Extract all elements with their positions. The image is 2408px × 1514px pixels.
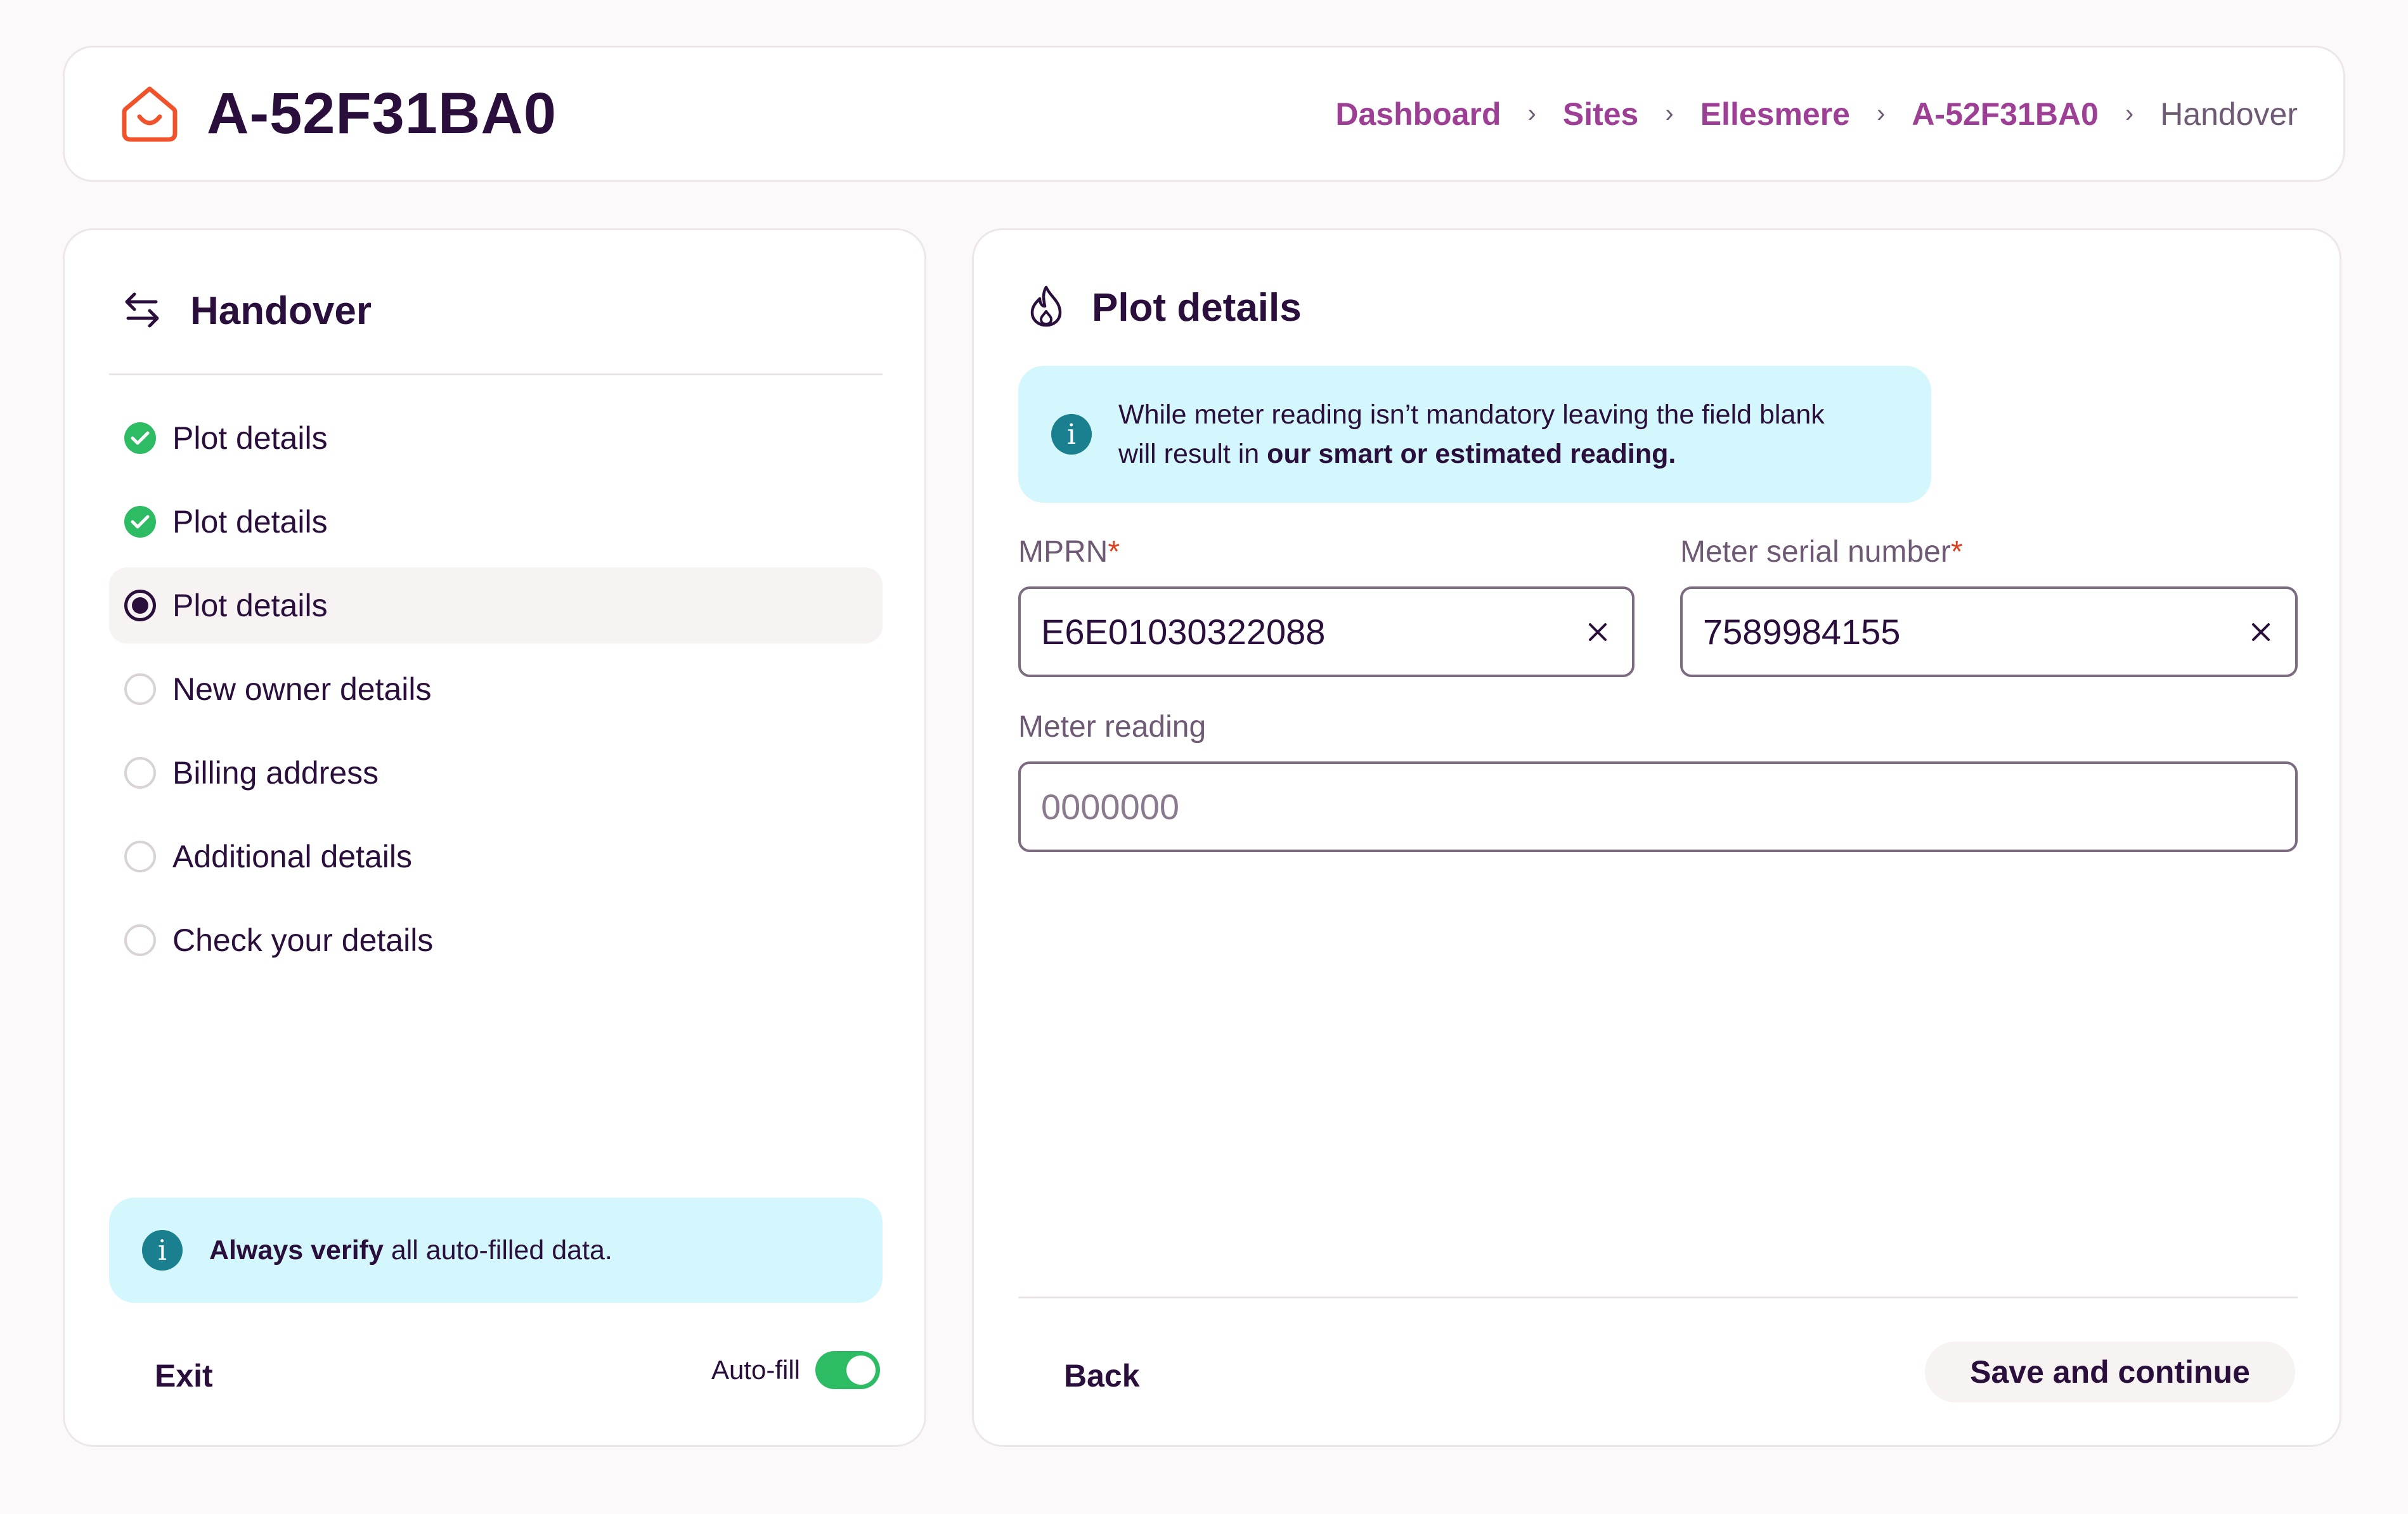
breadcrumb-sites[interactable]: Sites: [1563, 96, 1639, 133]
chevron-right-icon: ›: [1527, 100, 1536, 127]
radio-selected-icon: [124, 590, 156, 621]
step-item-check-your-details[interactable]: Check your details: [109, 902, 883, 978]
step-item-plot-details-1[interactable]: Plot details: [109, 400, 883, 476]
autofill-notice: i Always verify all auto-filled data.: [109, 1198, 883, 1303]
autofill-label: Auto-fill: [711, 1355, 800, 1385]
radio-empty-icon: [124, 924, 156, 956]
chevron-right-icon: ›: [1876, 100, 1886, 127]
radio-empty-icon: [124, 841, 156, 872]
step-label: Plot details: [172, 420, 328, 456]
chevron-right-icon: ›: [2125, 100, 2134, 127]
info-text: While meter reading isn’t mandatory leav…: [1118, 399, 1825, 469]
step-label: Plot details: [172, 504, 328, 540]
breadcrumb: Dashboard › Sites › Ellesmere › A-52F31B…: [1335, 96, 2298, 133]
back-button[interactable]: Back: [1064, 1357, 1140, 1394]
app-header: A-52F31BA0 Dashboard › Sites › Ellesmere…: [63, 46, 2345, 182]
step-list: Plot details Plot details Plot details N…: [109, 400, 883, 986]
step-item-plot-details-current[interactable]: Plot details: [109, 567, 883, 644]
handover-steps-panel: Handover Plot details Plot details Plot …: [63, 228, 926, 1447]
clear-icon[interactable]: [2247, 618, 2275, 646]
breadcrumb-ellesmere[interactable]: Ellesmere: [1700, 96, 1850, 133]
breadcrumb-plot[interactable]: A-52F31BA0: [1912, 96, 2099, 133]
flame-icon: [1028, 285, 1064, 331]
handover-heading: Handover: [122, 288, 372, 333]
radio-empty-icon: [124, 673, 156, 705]
info-icon: i: [142, 1230, 183, 1271]
save-and-continue-button[interactable]: Save and continue: [1925, 1342, 2295, 1402]
step-label: Billing address: [172, 755, 379, 791]
meter-reading-input[interactable]: [1041, 786, 2275, 827]
breadcrumb-handover: Handover: [2160, 96, 2298, 132]
meter-reading-field[interactable]: [1018, 761, 2298, 852]
mprn-label: MPRN*: [1018, 535, 1120, 569]
meter-reading-info: i While meter reading isn’t mandatory le…: [1018, 366, 1931, 503]
mprn-input[interactable]: [1041, 611, 1584, 652]
step-label: Check your details: [172, 922, 434, 958]
radio-empty-icon: [124, 757, 156, 789]
notice-text: Always verify all auto-filled data.: [209, 1235, 612, 1265]
panel-title: Plot details: [1092, 286, 1302, 330]
autofill-control: Auto-fill: [711, 1351, 880, 1389]
step-item-additional-details[interactable]: Additional details: [109, 818, 883, 895]
meter-serial-field[interactable]: [1680, 586, 2298, 677]
step-label: Additional details: [172, 839, 413, 874]
panel-title: Handover: [190, 289, 372, 333]
plot-details-panel: Plot details i While meter reading isn’t…: [972, 228, 2341, 1447]
step-label: Plot details: [172, 588, 328, 623]
chevron-right-icon: ›: [1665, 100, 1674, 127]
meter-serial-label: Meter serial number*: [1680, 535, 1963, 569]
step-item-billing-address[interactable]: Billing address: [109, 735, 883, 811]
swap-arrows-icon: [122, 289, 162, 333]
autofill-toggle[interactable]: [815, 1351, 880, 1389]
toggle-knob: [846, 1355, 876, 1385]
meter-reading-label: Meter reading: [1018, 710, 1207, 744]
divider: [1018, 1297, 2298, 1298]
step-item-plot-details-2[interactable]: Plot details: [109, 484, 883, 560]
check-circle-icon: [124, 422, 156, 454]
clear-icon[interactable]: [1584, 618, 1612, 646]
info-icon: i: [1051, 414, 1092, 455]
page-title: A-52F31BA0: [207, 81, 557, 146]
plot-details-heading: Plot details: [1028, 285, 1302, 331]
step-label: New owner details: [172, 671, 432, 707]
meter-serial-input[interactable]: [1703, 611, 2247, 652]
exit-button[interactable]: Exit: [155, 1357, 213, 1394]
step-item-new-owner-details[interactable]: New owner details: [109, 651, 883, 727]
mprn-field[interactable]: [1018, 586, 1634, 677]
check-circle-icon: [124, 506, 156, 538]
divider: [109, 373, 883, 375]
breadcrumb-dashboard[interactable]: Dashboard: [1335, 96, 1501, 133]
house-smile-icon[interactable]: [118, 82, 181, 146]
